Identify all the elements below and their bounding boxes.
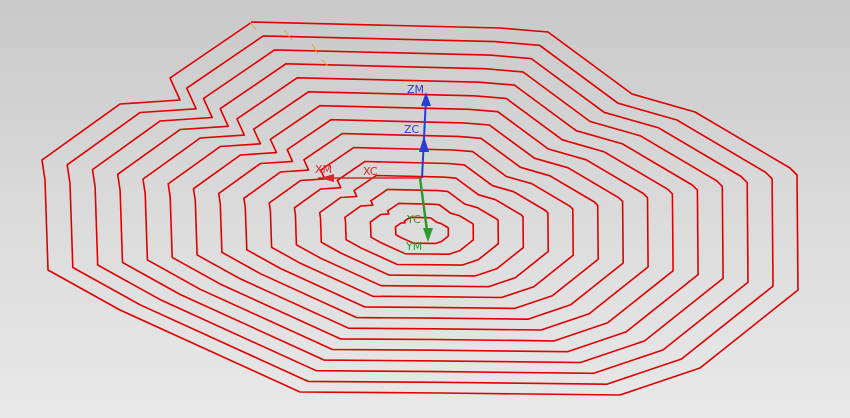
zc-axis-arrowhead-icon <box>419 136 429 152</box>
yc-label: YC <box>406 213 421 226</box>
cam-toolpath-scene[interactable]: ZM ZC XM XC YC YM <box>0 0 850 418</box>
spiral-toolpath[interactable] <box>41 21 799 396</box>
y-axis-arrowhead-icon <box>423 228 433 242</box>
xc-label: XC <box>363 165 378 178</box>
zc-label: ZC <box>404 123 420 136</box>
xm-label: XM <box>315 163 332 176</box>
ym-label: YM <box>405 240 422 253</box>
zm-label: ZM <box>407 83 424 96</box>
graphics-viewport[interactable]: ZM ZC XM XC YC YM <box>0 0 850 418</box>
toolpath-pass[interactable] <box>243 132 600 310</box>
